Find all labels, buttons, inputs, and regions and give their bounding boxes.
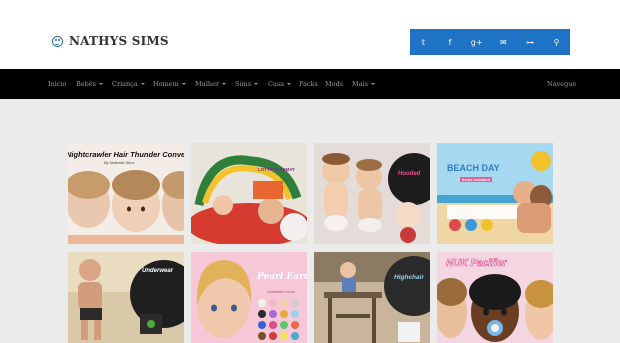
post-title: Underwear	[142, 268, 174, 274]
nav-item-mais[interactable]: Mais	[352, 80, 375, 88]
post-title: Nightcrawler Hair Thunder Conversion	[68, 150, 184, 159]
site-title[interactable]: NATHYS SIMS	[69, 34, 169, 48]
google-plus-icon[interactable]: g+	[467, 38, 487, 47]
email-icon[interactable]: ✉	[493, 38, 513, 47]
nav-browse[interactable]: Navegue	[547, 80, 576, 88]
nav-item-mods[interactable]: Mods	[325, 80, 343, 88]
nav-item-homem[interactable]: Homem	[153, 80, 186, 88]
post-title: Pearl Earrings	[257, 272, 307, 282]
post-subtitle: By Nathalia Sims	[104, 160, 135, 165]
facebook-icon[interactable]: f	[440, 38, 460, 47]
post-title: LOTTY PLAYMAT	[258, 167, 295, 172]
post-thumbnail	[437, 143, 553, 244]
post-card[interactable]: BEACH DAY Items included	[437, 143, 553, 244]
post-card[interactable]: Pearl Earrings Available colors	[191, 252, 307, 343]
chevron-down-icon	[181, 83, 186, 85]
post-card[interactable]: Underwear	[68, 252, 184, 343]
post-subtitle: Available colors	[267, 289, 295, 294]
nav-item-sims[interactable]: Sims	[235, 80, 259, 88]
search-icon[interactable]: ⚲	[547, 38, 567, 47]
smiley-icon	[52, 35, 63, 47]
chevron-down-icon	[370, 83, 375, 85]
social-bar: 𝕥 f g+ ✉ ⊶ ⚲	[410, 29, 570, 55]
post-title: NUK Pacifier	[446, 258, 507, 270]
post-title: Highchair	[394, 274, 424, 281]
chevron-down-icon	[254, 83, 259, 85]
nav-item-bebes[interactable]: Bebês	[76, 80, 103, 88]
post-thumbnail	[191, 252, 307, 343]
chevron-down-icon	[98, 83, 103, 85]
post-title: Hooded	[398, 171, 421, 177]
main-nav: Inicio Bebês Criança Homem Mulher Sims C…	[0, 69, 620, 99]
post-subtitle: Items included	[460, 177, 493, 182]
post-thumbnail	[191, 143, 307, 244]
post-card[interactable]: Hooded	[314, 143, 430, 244]
post-thumbnail	[68, 252, 184, 343]
nav-item-inicio[interactable]: Inicio	[48, 80, 66, 88]
chevron-down-icon	[140, 83, 145, 85]
post-card[interactable]: LOTTY PLAYMAT	[191, 143, 307, 244]
site-header: NATHYS SIMS 𝕥 f g+ ✉ ⊶ ⚲	[0, 0, 620, 69]
chevron-down-icon	[222, 83, 227, 85]
nav-item-casa[interactable]: Casa	[268, 80, 292, 88]
nav-item-mulher[interactable]: Mulher	[195, 80, 227, 88]
site-logo[interactable]: NATHYS SIMS	[52, 34, 169, 48]
post-card[interactable]: NUK Pacifier	[437, 252, 553, 343]
post-thumbnail	[314, 252, 430, 343]
sitemap-icon[interactable]: ⊶	[520, 38, 540, 47]
post-title: BEACH DAY	[447, 163, 500, 173]
nav-item-crianca[interactable]: Criança	[112, 80, 145, 88]
chevron-down-icon	[287, 83, 292, 85]
post-card[interactable]: Highchair	[314, 252, 430, 343]
post-card[interactable]: Nightcrawler Hair Thunder Conversion By …	[68, 143, 184, 244]
nav-item-packs[interactable]: Packs	[299, 80, 318, 88]
post-thumbnail	[314, 143, 430, 244]
twitter-icon[interactable]: 𝕥	[413, 38, 433, 47]
